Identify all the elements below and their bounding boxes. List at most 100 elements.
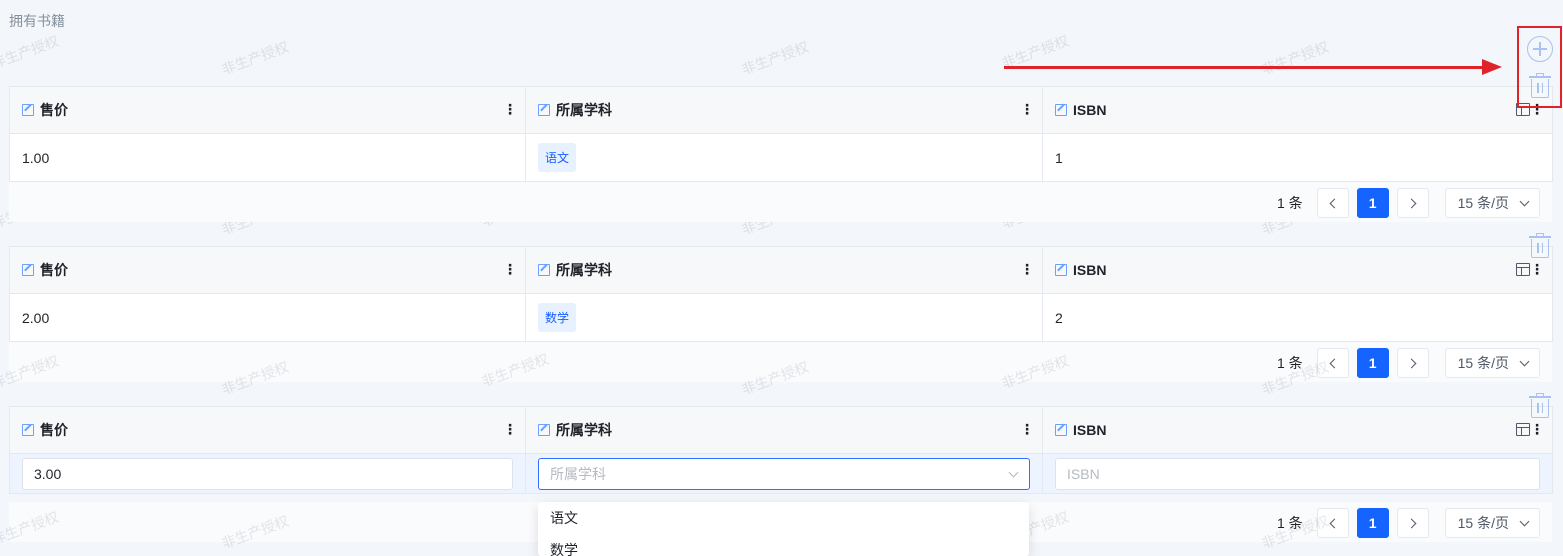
page-button[interactable]: 1 <box>1356 508 1389 538</box>
watermark: 非生产授权 <box>219 38 291 78</box>
pagination: 1 条 1 15 条/页 <box>1277 188 1540 218</box>
table-settings-icon[interactable] <box>1516 263 1530 276</box>
edit-icon <box>538 263 551 276</box>
page-size-select[interactable]: 15 条/页 <box>1444 188 1540 218</box>
chevron-left-icon <box>1329 198 1340 208</box>
next-page-button[interactable] <box>1396 188 1429 218</box>
table-settings-icon[interactable] <box>1516 423 1530 436</box>
trash-icon-lid <box>1529 236 1551 238</box>
total-count: 1 条 <box>1276 195 1303 211</box>
pagination: 1 条 1 15 条/页 <box>1277 348 1540 378</box>
cell-isbn: ISBN <box>1042 453 1553 494</box>
annotation-arrow <box>1004 66 1484 69</box>
edit-icon <box>538 423 551 436</box>
trash-icon-can <box>1531 239 1549 258</box>
trash-icon-can <box>1531 399 1549 418</box>
section-title: 拥有书籍 <box>9 13 65 29</box>
watermark: 非生产授权 <box>739 38 811 78</box>
column-header-subject[interactable]: 所属学科 ⋮ <box>525 246 1043 294</box>
annotation-arrow-head <box>1482 59 1502 75</box>
page-size-label: 15 条/页 <box>1457 355 1509 371</box>
isbn-input[interactable]: ISBN <box>1055 457 1540 490</box>
column-header-label: 所属学科 <box>556 262 612 278</box>
dropdown-option[interactable]: 数学 <box>538 534 1029 556</box>
column-header-label: 售价 <box>40 422 68 438</box>
subject-tag: 语文 <box>538 143 577 172</box>
table-header-row: 售价 ⋮ 所属学科 ⋮ ISBN ⋮ <box>9 406 1553 454</box>
more-vertical-icon[interactable]: ⋮ <box>1530 422 1544 436</box>
column-header-isbn[interactable]: ISBN ⋮ <box>1042 86 1553 134</box>
next-page-button[interactable] <box>1396 508 1429 538</box>
table-footer-1: 1 条 1 15 条/页 <box>9 182 1552 222</box>
column-header-subject[interactable]: 所属学科 ⋮ <box>525 86 1043 134</box>
annotation-highlight-box <box>1517 26 1562 108</box>
trash-icon-lid <box>1529 396 1551 398</box>
edit-icon <box>22 263 35 276</box>
chevron-down-icon <box>1519 356 1530 367</box>
dropdown-option[interactable]: 语文 <box>538 502 1029 534</box>
subject-tag: 数学 <box>538 303 577 332</box>
chevron-down-icon <box>1519 196 1530 207</box>
table-row[interactable]: 2.00 数学 2 <box>9 293 1553 342</box>
cell-price: 3.00 <box>9 453 526 494</box>
subject-select-placeholder: 所属学科 <box>550 465 606 482</box>
column-header-subject[interactable]: 所属学科 ⋮ <box>525 406 1043 454</box>
chevron-right-icon <box>1406 518 1417 528</box>
edit-icon <box>22 103 35 116</box>
more-vertical-icon[interactable]: ⋮ <box>1020 422 1034 436</box>
table-footer-2: 1 条 1 15 条/页 <box>9 342 1552 382</box>
column-header-label: ISBN <box>1073 422 1107 438</box>
cell-subject[interactable]: 语文 <box>525 133 1043 182</box>
chevron-left-icon <box>1329 518 1340 528</box>
subject-select[interactable]: 所属学科 <box>538 457 1030 490</box>
column-header-price[interactable]: 售价 ⋮ <box>9 246 526 294</box>
watermark: 非生产授权 <box>0 32 61 72</box>
book-table-3: 售价 ⋮ 所属学科 ⋮ ISBN ⋮ 3.00 所属学科 ISBN <box>9 406 1553 494</box>
page-size-select[interactable]: 15 条/页 <box>1444 348 1540 378</box>
column-header-price[interactable]: 售价 ⋮ <box>9 406 526 454</box>
more-vertical-icon[interactable]: ⋮ <box>1530 262 1544 276</box>
cell-isbn[interactable]: 2 <box>1042 293 1553 342</box>
column-header-label: 所属学科 <box>556 422 612 438</box>
more-vertical-icon[interactable]: ⋮ <box>503 422 517 436</box>
subject-dropdown: 语文 数学 <box>538 502 1029 556</box>
column-header-isbn[interactable]: ISBN ⋮ <box>1042 246 1553 294</box>
cell-price[interactable]: 2.00 <box>9 293 526 342</box>
chevron-left-icon <box>1329 358 1340 368</box>
book-grid-3: 售价 ⋮ 所属学科 ⋮ ISBN ⋮ 3.00 所属学科 ISBN <box>9 406 1553 494</box>
book-grid-2: 售价 ⋮ 所属学科 ⋮ ISBN ⋮ 2.00 数学 2 <box>9 246 1553 342</box>
total-count: 1 条 <box>1276 515 1303 531</box>
prev-page-button[interactable] <box>1316 188 1349 218</box>
chevron-right-icon <box>1406 358 1417 368</box>
cell-isbn[interactable]: 1 <box>1042 133 1553 182</box>
prev-page-button[interactable] <box>1316 348 1349 378</box>
trash-icon[interactable] <box>1527 393 1553 419</box>
edit-icon <box>1055 103 1068 116</box>
edit-icon <box>22 423 35 436</box>
page-button[interactable]: 1 <box>1356 348 1389 378</box>
page-size-select[interactable]: 15 条/页 <box>1444 508 1540 538</box>
book-table-2: 售价 ⋮ 所属学科 ⋮ ISBN ⋮ 2.00 数学 2 <box>9 246 1553 342</box>
more-vertical-icon[interactable]: ⋮ <box>503 262 517 276</box>
table-row[interactable]: 1.00 语文 1 <box>9 133 1553 182</box>
price-input[interactable]: 3.00 <box>22 457 513 490</box>
more-vertical-icon[interactable]: ⋮ <box>503 102 517 116</box>
chevron-right-icon <box>1406 198 1417 208</box>
table-header-row: 售价 ⋮ 所属学科 ⋮ ISBN ⋮ <box>9 86 1553 134</box>
trash-icon[interactable] <box>1527 233 1553 259</box>
cell-subject[interactable]: 数学 <box>525 293 1043 342</box>
cell-price[interactable]: 1.00 <box>9 133 526 182</box>
next-page-button[interactable] <box>1396 348 1429 378</box>
column-header-isbn[interactable]: ISBN ⋮ <box>1042 406 1553 454</box>
page-button[interactable]: 1 <box>1356 188 1389 218</box>
column-header-price[interactable]: 售价 ⋮ <box>9 86 526 134</box>
prev-page-button[interactable] <box>1316 508 1349 538</box>
column-header-label: 售价 <box>40 102 68 118</box>
more-vertical-icon[interactable]: ⋮ <box>1020 262 1034 276</box>
table-row-editing[interactable]: 3.00 所属学科 ISBN <box>9 453 1553 494</box>
edit-icon <box>1055 263 1068 276</box>
pagination: 1 条 1 15 条/页 <box>1277 508 1540 538</box>
book-grid-1: 售价 ⋮ 所属学科 ⋮ ISBN ⋮ 1.00 语文 1 <box>9 86 1553 182</box>
more-vertical-icon[interactable]: ⋮ <box>1020 102 1034 116</box>
column-header-label: 所属学科 <box>556 102 612 118</box>
